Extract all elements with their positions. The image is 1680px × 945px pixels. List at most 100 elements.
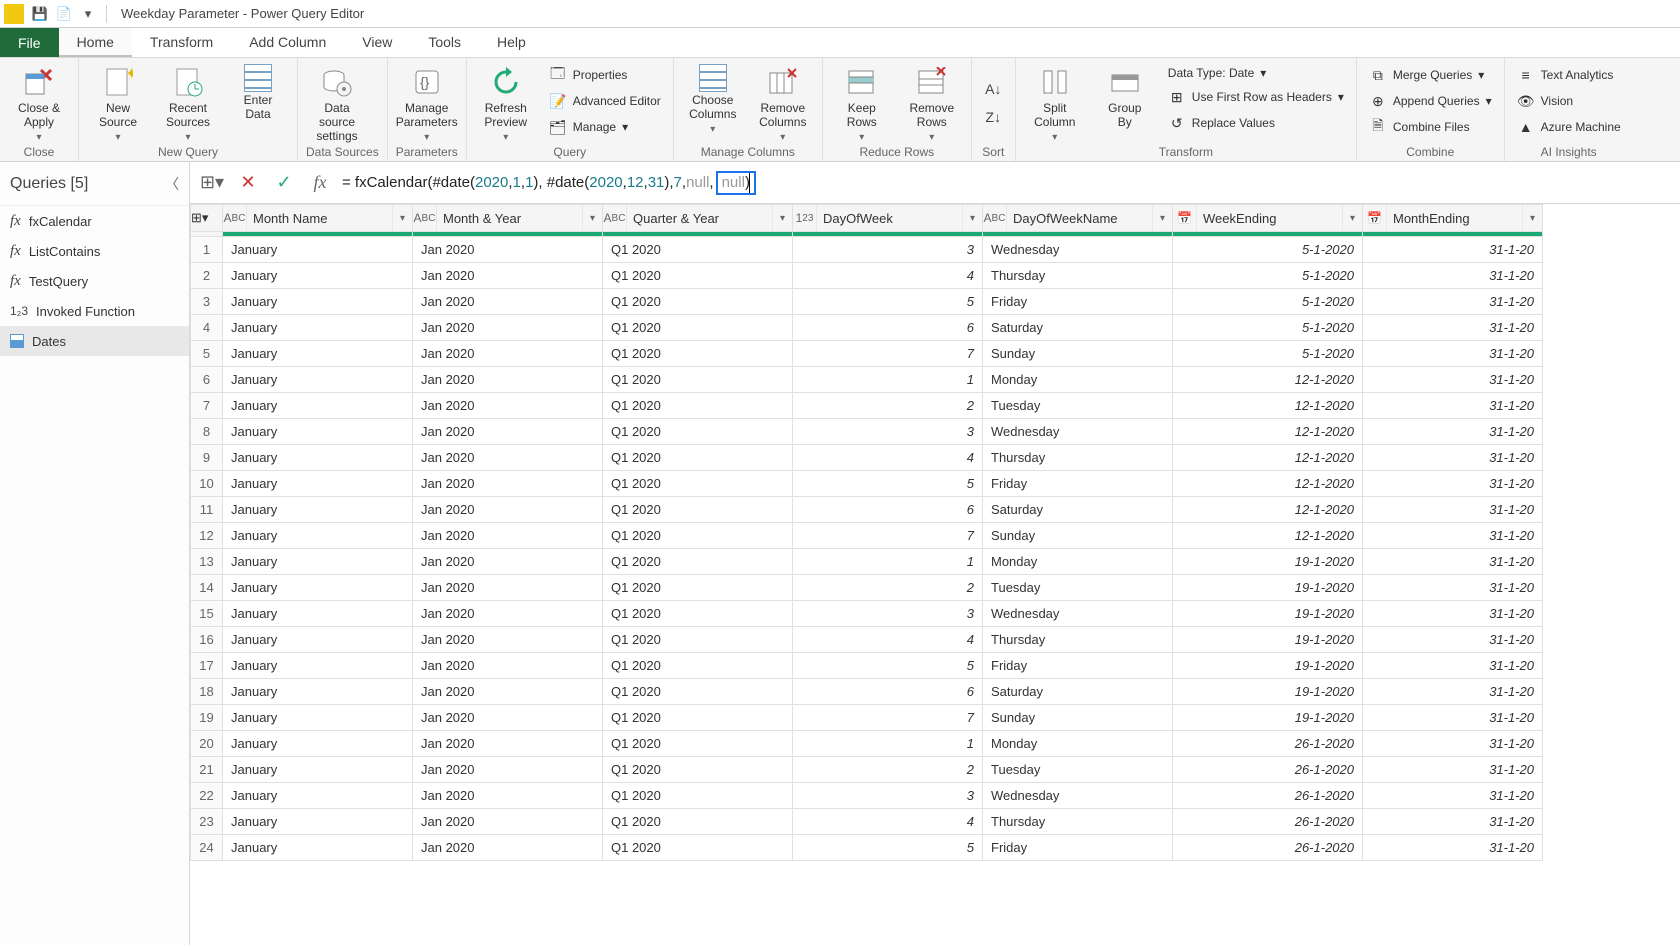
cell[interactable]: Q1 2020	[603, 757, 793, 783]
cell[interactable]: 26-1-2020	[1173, 731, 1363, 757]
table-row[interactable]: 19JanuaryJan 2020Q1 20207Sunday19-1-2020…	[191, 705, 1543, 731]
cell[interactable]: 31-1-20	[1363, 289, 1543, 315]
tab-file[interactable]: File	[0, 28, 59, 57]
cell[interactable]: 12-1-2020	[1173, 445, 1363, 471]
column-header-dayofweek[interactable]: 123DayOfWeek▾	[793, 205, 983, 232]
cell[interactable]: Tuesday	[983, 757, 1173, 783]
table-row[interactable]: 5JanuaryJan 2020Q1 20207Sunday5-1-202031…	[191, 341, 1543, 367]
close-apply-button[interactable]: Close & Apply ▾	[8, 62, 70, 143]
cell[interactable]: 31-1-20	[1363, 575, 1543, 601]
table-row[interactable]: 6JanuaryJan 2020Q1 20201Monday12-1-20203…	[191, 367, 1543, 393]
cell[interactable]: Jan 2020	[413, 835, 603, 861]
query-item-invoked-function[interactable]: 1₂3Invoked Function	[0, 296, 189, 326]
cell[interactable]: Jan 2020	[413, 263, 603, 289]
cell[interactable]: Q1 2020	[603, 497, 793, 523]
row-number[interactable]: 22	[191, 783, 223, 809]
cell[interactable]: 3	[793, 783, 983, 809]
cell[interactable]: 5	[793, 835, 983, 861]
table-row[interactable]: 9JanuaryJan 2020Q1 20204Thursday12-1-202…	[191, 445, 1543, 471]
fx-button[interactable]: fx	[306, 169, 334, 197]
cell[interactable]: January	[223, 731, 413, 757]
cell[interactable]: January	[223, 289, 413, 315]
column-filter-button[interactable]: ▾	[772, 205, 792, 231]
table-row[interactable]: 22JanuaryJan 2020Q1 20203Wednesday26-1-2…	[191, 783, 1543, 809]
row-number[interactable]: 23	[191, 809, 223, 835]
cell[interactable]: Q1 2020	[603, 575, 793, 601]
cell[interactable]: 31-1-20	[1363, 315, 1543, 341]
cell[interactable]: Q1 2020	[603, 835, 793, 861]
table-row[interactable]: 23JanuaryJan 2020Q1 20204Thursday26-1-20…	[191, 809, 1543, 835]
cell[interactable]: Wednesday	[983, 783, 1173, 809]
manage-parameters-button[interactable]: {} Manage Parameters▾	[396, 62, 458, 143]
cell[interactable]: 31-1-20	[1363, 393, 1543, 419]
table-row[interactable]: 10JanuaryJan 2020Q1 20205Friday12-1-2020…	[191, 471, 1543, 497]
cell[interactable]: 4	[793, 627, 983, 653]
cell[interactable]: Q1 2020	[603, 445, 793, 471]
cell[interactable]: 12-1-2020	[1173, 471, 1363, 497]
cell[interactable]: Q1 2020	[603, 523, 793, 549]
cell[interactable]: 19-1-2020	[1173, 549, 1363, 575]
cell[interactable]: 5-1-2020	[1173, 341, 1363, 367]
cell[interactable]: Q1 2020	[603, 419, 793, 445]
cell[interactable]: 19-1-2020	[1173, 705, 1363, 731]
qat-customize-button[interactable]: ▾	[76, 2, 100, 26]
formula-input[interactable]: = fxCalendar(#date( 2020, 1, 1 ), #date(…	[342, 171, 758, 195]
new-source-button[interactable]: ✦ New Source▾	[87, 62, 149, 143]
row-number[interactable]: 18	[191, 679, 223, 705]
cell[interactable]: Jan 2020	[413, 523, 603, 549]
table-row[interactable]: 3JanuaryJan 2020Q1 20205Friday5-1-202031…	[191, 289, 1543, 315]
cell[interactable]: 5	[793, 653, 983, 679]
replace-values-button[interactable]: ↺Replace Values	[1164, 112, 1348, 134]
cell[interactable]: 26-1-2020	[1173, 783, 1363, 809]
cell[interactable]: Jan 2020	[413, 679, 603, 705]
row-number[interactable]: 12	[191, 523, 223, 549]
column-header-quarter-year[interactable]: ABCQuarter & Year▾	[603, 205, 793, 232]
row-number[interactable]: 1	[191, 237, 223, 263]
data-source-settings-button[interactable]: Data source settings	[306, 62, 368, 143]
cell[interactable]: 31-1-20	[1363, 679, 1543, 705]
tab-home[interactable]: Home	[59, 28, 132, 57]
advanced-editor-button[interactable]: 📝Advanced Editor	[545, 90, 665, 112]
cell[interactable]: 12-1-2020	[1173, 497, 1363, 523]
row-number[interactable]: 7	[191, 393, 223, 419]
cell[interactable]: Saturday	[983, 497, 1173, 523]
cell[interactable]: Thursday	[983, 445, 1173, 471]
column-header-month-year[interactable]: ABCMonth & Year▾	[413, 205, 603, 232]
cell[interactable]: Q1 2020	[603, 471, 793, 497]
cell[interactable]: January	[223, 419, 413, 445]
cell[interactable]: January	[223, 315, 413, 341]
cell[interactable]: 2	[793, 757, 983, 783]
cell[interactable]: 26-1-2020	[1173, 835, 1363, 861]
cell[interactable]: Q1 2020	[603, 679, 793, 705]
column-header-monthending[interactable]: 📅MonthEnding▾	[1363, 205, 1543, 232]
cell[interactable]: Jan 2020	[413, 393, 603, 419]
cell[interactable]: Monday	[983, 731, 1173, 757]
cell[interactable]: 6	[793, 679, 983, 705]
cell[interactable]: Saturday	[983, 315, 1173, 341]
table-row[interactable]: 4JanuaryJan 2020Q1 20206Saturday5-1-2020…	[191, 315, 1543, 341]
cell[interactable]: 31-1-20	[1363, 367, 1543, 393]
column-filter-button[interactable]: ▾	[1522, 205, 1542, 231]
cell[interactable]: Sunday	[983, 341, 1173, 367]
cell[interactable]: 7	[793, 523, 983, 549]
table-row[interactable]: 16JanuaryJan 2020Q1 20204Thursday19-1-20…	[191, 627, 1543, 653]
cell[interactable]: January	[223, 809, 413, 835]
cell[interactable]: 3	[793, 419, 983, 445]
first-row-headers-button[interactable]: ⊞Use First Row as Headers ▾	[1164, 86, 1348, 108]
table-row[interactable]: 14JanuaryJan 2020Q1 20202Tuesday19-1-202…	[191, 575, 1543, 601]
cell[interactable]: 31-1-20	[1363, 731, 1543, 757]
cell[interactable]: 7	[793, 705, 983, 731]
cell[interactable]: January	[223, 523, 413, 549]
row-number[interactable]: 24	[191, 835, 223, 861]
table-row[interactable]: 12JanuaryJan 2020Q1 20207Sunday12-1-2020…	[191, 523, 1543, 549]
column-type-icon[interactable]: ABC	[603, 205, 627, 231]
table-row[interactable]: 21JanuaryJan 2020Q1 20202Tuesday26-1-202…	[191, 757, 1543, 783]
collapse-pane-icon[interactable]: 〈	[165, 174, 179, 194]
cell[interactable]: January	[223, 705, 413, 731]
cell[interactable]: 19-1-2020	[1173, 627, 1363, 653]
table-row[interactable]: 11JanuaryJan 2020Q1 20206Saturday12-1-20…	[191, 497, 1543, 523]
cell[interactable]: 6	[793, 497, 983, 523]
cell[interactable]: 31-1-20	[1363, 835, 1543, 861]
cell[interactable]: Jan 2020	[413, 497, 603, 523]
data-grid-scroll[interactable]: ⊞▾ABCMonth Name▾ABCMonth & Year▾ABCQuart…	[190, 204, 1680, 945]
